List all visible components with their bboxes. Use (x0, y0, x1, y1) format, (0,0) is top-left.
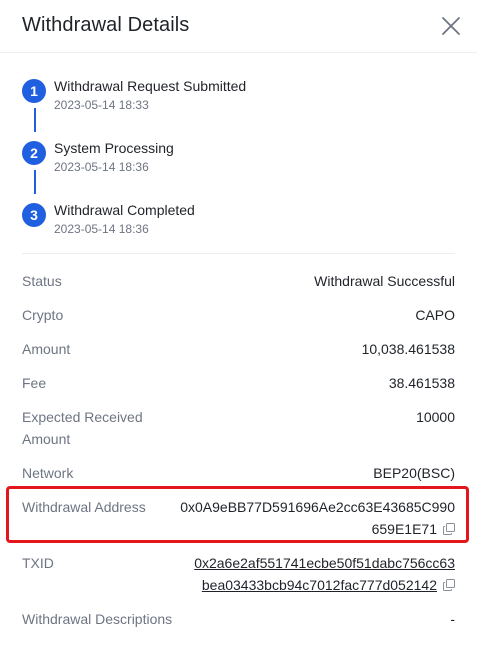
address-highlight-box (6, 486, 469, 543)
step-title: System Processing (54, 140, 174, 156)
txid-link-line1[interactable]: 0x2a6e2af551741ecbe50f51dabc756cc63 (194, 555, 455, 571)
step-time: 2023-05-14 18:36 (54, 222, 149, 236)
step-number: 1 (22, 79, 46, 103)
step-number: 2 (22, 141, 46, 165)
fee-label: Fee (22, 375, 47, 391)
step-title: Withdrawal Request Submitted (54, 78, 247, 94)
step-processing: 2 System Processing 2023-05-14 18:36 (22, 122, 462, 174)
amount-label: Amount (22, 341, 71, 357)
expected-label: Expected Received Amount (22, 406, 143, 450)
txid-link-line2[interactable]: bea03433bcb94c7012fac777d052142 (202, 577, 437, 593)
step-submitted: 1 Withdrawal Request Submitted 2023-05-1… (22, 60, 462, 112)
amount-value: 10,038.461538 (361, 341, 455, 357)
txid-value: 0x2a6e2af551741ecbe50f51dabc756cc63 bea0… (194, 552, 455, 596)
expected-label-line1: Expected Received (22, 409, 143, 425)
copy-icon[interactable] (443, 579, 455, 591)
step-number: 3 (22, 203, 46, 227)
close-icon[interactable] (438, 13, 464, 39)
expected-label-line2: Amount (22, 431, 71, 447)
status-value: Withdrawal Successful (314, 273, 455, 289)
crypto-label: Crypto (22, 307, 64, 323)
step-completed: 3 Withdrawal Completed 2023-05-14 18:36 (22, 184, 462, 236)
expected-value: 10000 (416, 409, 455, 425)
step-title: Withdrawal Completed (54, 202, 195, 218)
step-time: 2023-05-14 18:33 (54, 98, 149, 112)
descriptions-label: Withdrawal Descriptions (22, 611, 173, 627)
txid-label: TXID (22, 555, 54, 571)
descriptions-value: - (450, 611, 455, 627)
txid-line2-wrap: bea03433bcb94c7012fac777d052142 (194, 574, 455, 596)
status-label: Status (22, 273, 62, 289)
network-label: Network (22, 465, 74, 481)
txid-line1-wrap: 0x2a6e2af551741ecbe50f51dabc756cc63 (194, 552, 455, 574)
dialog-header: Withdrawal Details (0, 0, 477, 53)
network-value: BEP20(BSC) (373, 465, 455, 481)
fee-value: 38.461538 (388, 375, 455, 391)
section-divider (22, 253, 455, 254)
step-time: 2023-05-14 18:36 (54, 160, 149, 174)
crypto-value: CAPO (415, 307, 455, 323)
dialog-title: Withdrawal Details (22, 14, 190, 36)
